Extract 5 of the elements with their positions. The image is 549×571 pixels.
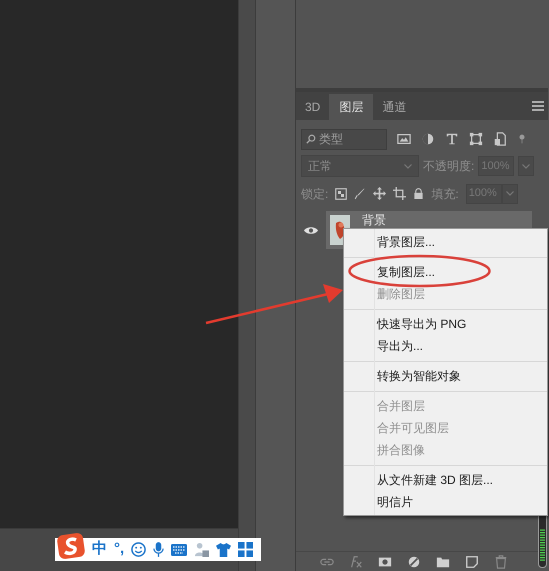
opacity-label: 不透明度:: [423, 158, 474, 175]
lock-label: 锁定:: [301, 186, 328, 202]
fill-label: 填充:: [431, 186, 459, 202]
layer-name: 背景: [362, 212, 386, 229]
filter-placeholder: 类型: [319, 131, 343, 148]
